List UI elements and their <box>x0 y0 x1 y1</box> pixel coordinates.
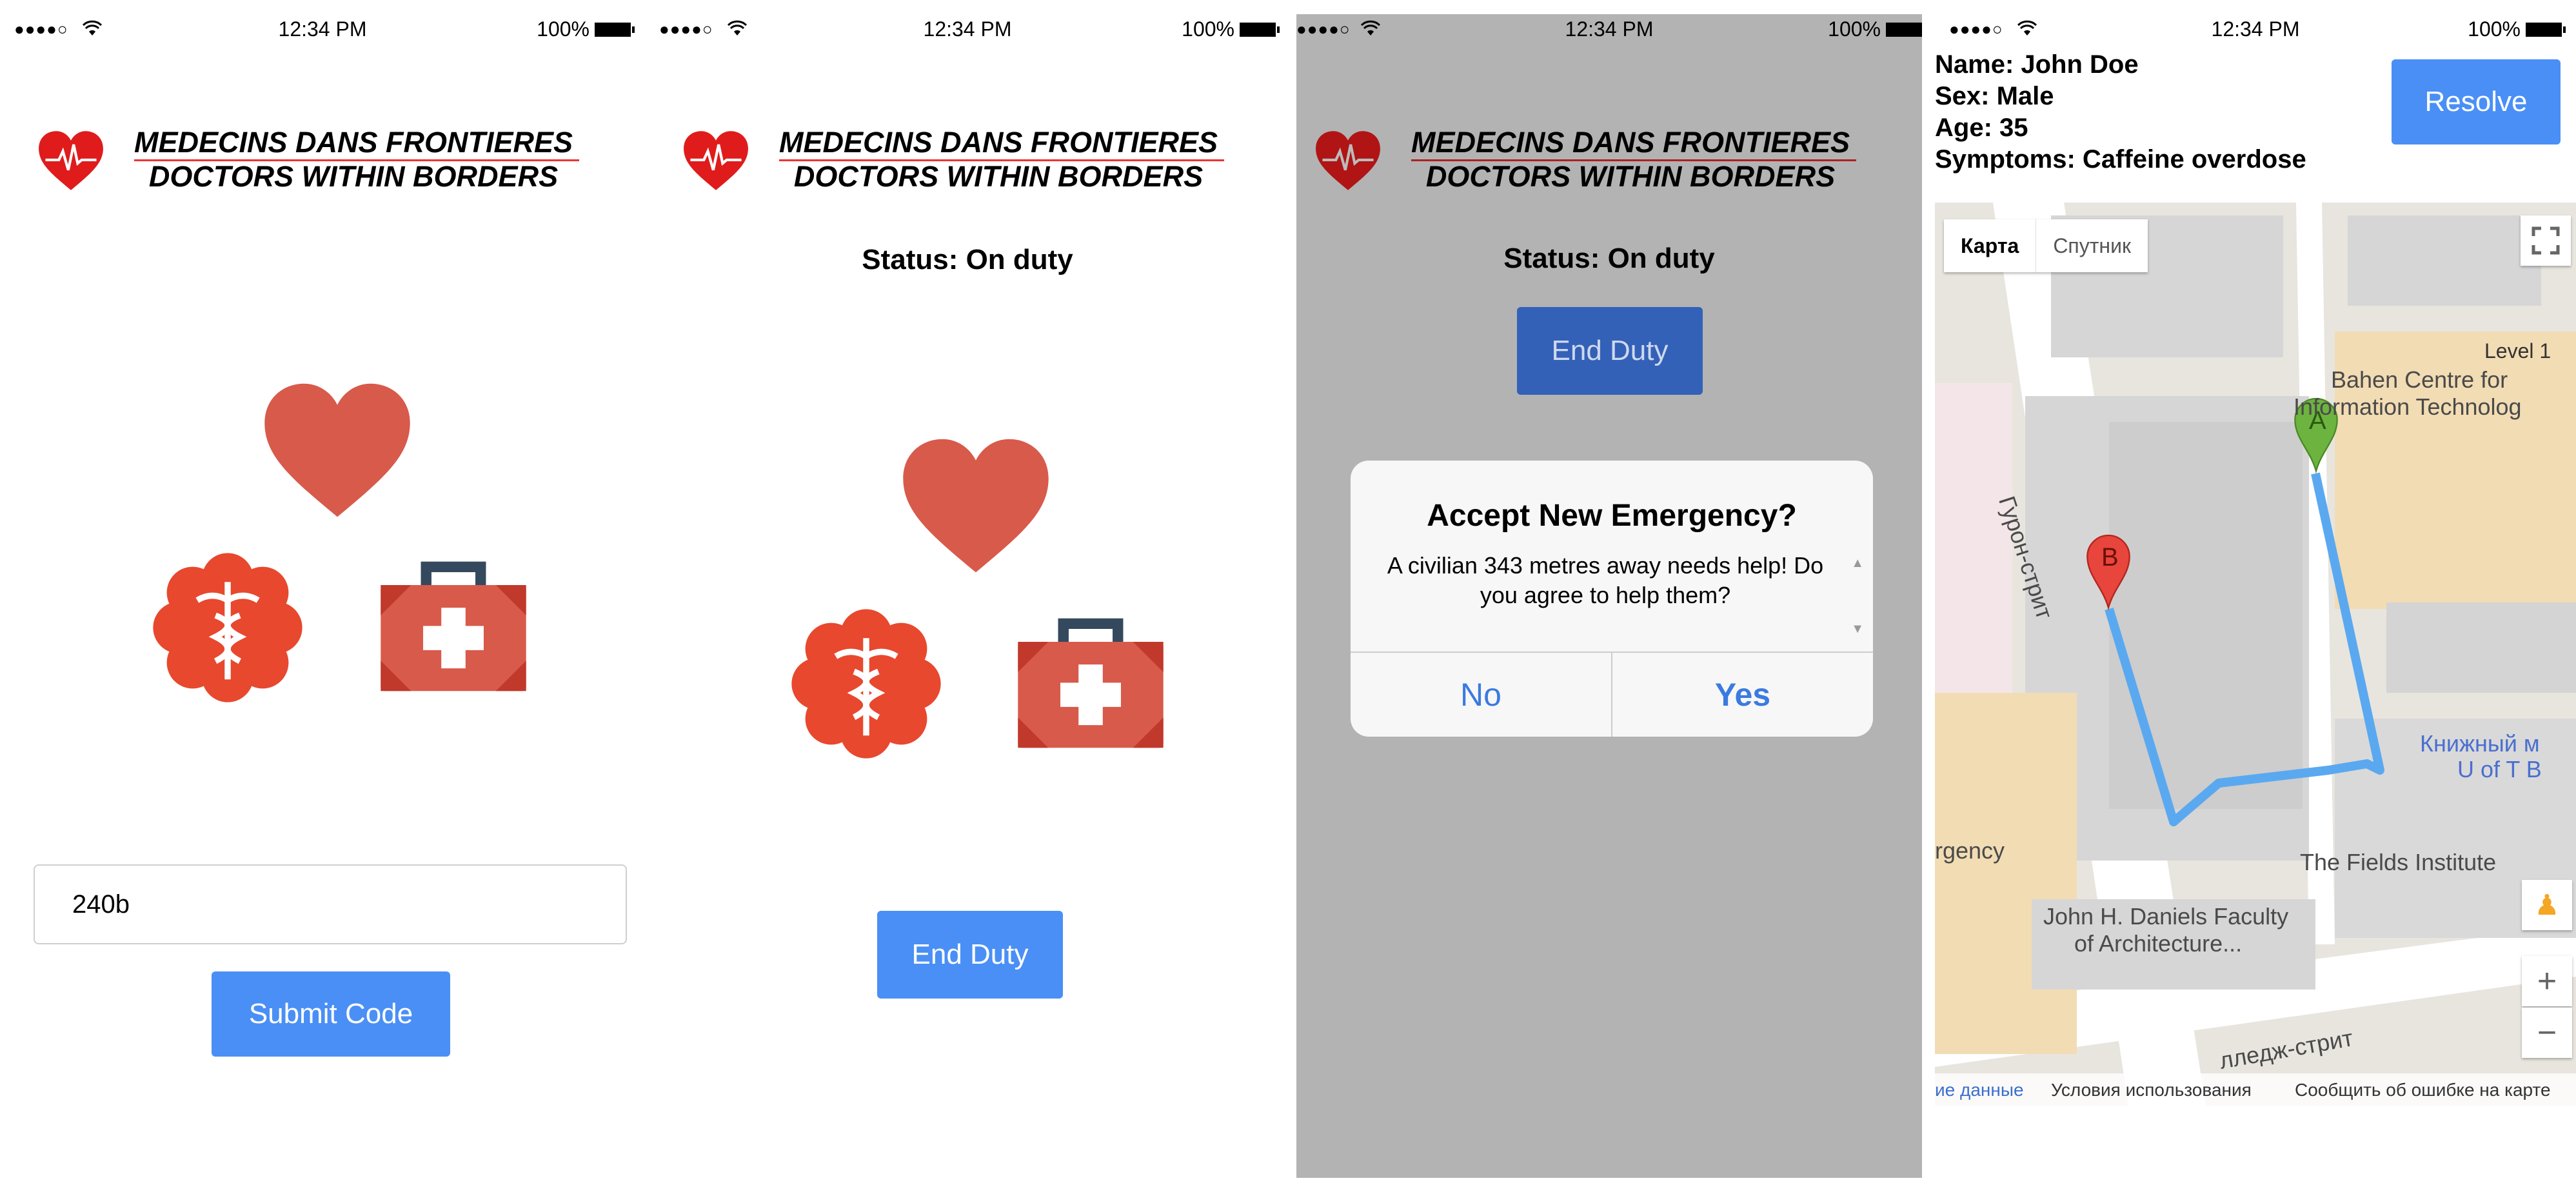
decline-button[interactable]: No <box>1351 653 1611 737</box>
map-label-bookstore-1: Книжный м <box>2420 730 2540 757</box>
battery-indicator: 100% <box>537 17 635 41</box>
scroll-down-icon[interactable]: ▼ <box>1851 622 1864 637</box>
map-report-link[interactable]: Сообщить об ошибке на карте <box>2295 1080 2551 1100</box>
logo-heart-icon <box>1316 131 1380 190</box>
battery-percent: 100% <box>537 17 590 41</box>
caduceus-icon <box>791 609 941 759</box>
map-footer: ие данные Условия использования Сообщить… <box>1935 1073 2576 1106</box>
patient-info: Name: John Doe Sex: Male Age: 35 Symptom… <box>1935 49 2306 175</box>
code-input[interactable]: 240b <box>34 864 627 944</box>
first-aid-kit-icon <box>1018 618 1164 748</box>
scroll-up-icon[interactable]: ▲ <box>1851 556 1864 571</box>
app-logo: MEDECINS DANS FRONTIERES DOCTORS WITHIN … <box>1314 126 1882 203</box>
heart-icon <box>264 383 410 517</box>
battery-percent: 100% <box>1828 17 1881 41</box>
patient-age: Age: 35 <box>1935 114 2028 142</box>
end-duty-button[interactable]: End Duty <box>1517 307 1703 395</box>
battery-icon <box>595 22 635 37</box>
app-logo: MEDECINS DANS FRONTIERES DOCTORS WITHIN … <box>37 126 605 203</box>
logo-line-2: DOCTORS WITHIN BORDERS <box>1425 160 1836 193</box>
status-bar: ●●●●○ 12:34 PM 100% <box>645 0 1290 59</box>
app-logo: MEDECINS DANS FRONTIERES DOCTORS WITHIN … <box>682 126 1250 203</box>
logo-heart-icon <box>684 131 748 190</box>
duty-status: Status: On duty <box>862 244 1073 275</box>
logo-line-2: DOCTORS WITHIN BORDERS <box>793 160 1204 193</box>
caduceus-icon <box>153 553 302 702</box>
battery-indicator: 100% <box>2468 17 2566 41</box>
accept-button[interactable]: Yes <box>1611 653 1873 737</box>
logo-line-1: MEDECINS DANS FRONTIERES <box>778 126 1218 159</box>
route-map[interactable]: A B Карта Спутник Level 1 Bahen Centre f… <box>1935 203 2576 1106</box>
battery-indicator: 100% <box>1182 17 1280 41</box>
battery-icon <box>1886 22 1922 37</box>
marker-b-label: B <box>2101 543 2119 572</box>
map-label-level: Level 1 <box>2484 339 2551 363</box>
status-bar: ●●●●○ 12:34 PM 100% <box>0 0 645 59</box>
patient-symptoms: Symptoms: Caffeine overdose <box>1935 145 2306 174</box>
zoom-out-button[interactable]: − <box>2522 1008 2572 1058</box>
map-terms-link[interactable]: Условия использования <box>2051 1080 2252 1100</box>
battery-icon <box>1240 22 1280 37</box>
alert-title: Accept New Emergency? <box>1427 499 1797 533</box>
logo-heart-icon <box>39 131 103 190</box>
patient-name: Name: John Doe <box>1935 50 2139 79</box>
map-data-link[interactable]: ие данные <box>1935 1080 2024 1100</box>
on-duty-screen: ●●●●○ 12:34 PM 100% MEDECINS DANS FRONTI… <box>645 0 1290 1194</box>
map-label-daniels-2: of Architecture... <box>2074 930 2243 957</box>
map-label-daniels-1: John H. Daniels Faculty <box>2043 903 2289 930</box>
map-label-emergency: rgency <box>1935 837 2005 864</box>
map-label-bahen-1: Bahen Centre for <box>2331 366 2508 393</box>
map-type-toggle: Карта Спутник <box>1944 219 2148 272</box>
logo-line-1: MEDECINS DANS FRONTIERES <box>1411 126 1850 159</box>
emergency-detail-screen: ●●●●○ 12:34 PM 100% Name: John Doe Sex: … <box>1935 0 2576 1194</box>
resolve-button[interactable]: Resolve <box>2392 59 2561 144</box>
map-label-fields-institute: The Fields Institute <box>2300 849 2497 875</box>
login-screen: ●●●●○ 12:34 PM 100% MEDECINS DANS FRONTI… <box>0 0 645 1194</box>
first-aid-kit-icon <box>381 561 526 692</box>
alert-message: A civilian 343 metres away needs help! D… <box>1387 552 1824 608</box>
route-path <box>2105 472 2384 826</box>
battery-indicator: 100% <box>1828 17 1922 41</box>
status-bar: ●●●●○ 12:34 PM 100% <box>1296 14 1922 59</box>
map-label-bahen-2: Information Technolog <box>2294 393 2522 420</box>
end-duty-button[interactable]: End Duty <box>877 911 1063 999</box>
alert-actions: No Yes <box>1351 652 1873 737</box>
map-tab[interactable]: Карта <box>1944 219 2037 272</box>
logo-line-1: MEDECINS DANS FRONTIERES <box>134 126 573 159</box>
submit-code-button[interactable]: Submit Code <box>212 971 450 1057</box>
logo-line-2: DOCTORS WITHIN BORDERS <box>148 160 559 193</box>
satellite-tab[interactable]: Спутник <box>2036 219 2148 272</box>
emergency-alert-screen: ●●●●○ 12:34 PM 100% MEDECINS DANS FRONTI… <box>1296 14 1922 1178</box>
battery-icon <box>2526 22 2566 37</box>
duty-status: Status: On duty <box>1503 243 1715 274</box>
map-label-bookstore-2: U of T B <box>2457 756 2542 782</box>
street-view-icon[interactable]: ♟ <box>2522 880 2572 930</box>
patient-sex: Sex: Male <box>1935 82 2054 110</box>
heart-icon <box>903 439 1049 573</box>
zoom-in-button[interactable]: + <box>2522 956 2572 1006</box>
emergency-alert-dialog: Accept New Emergency? A civilian 343 met… <box>1351 461 1873 737</box>
battery-percent: 100% <box>1182 17 1234 41</box>
fullscreen-icon[interactable] <box>2521 215 2571 266</box>
battery-percent: 100% <box>2468 17 2521 41</box>
